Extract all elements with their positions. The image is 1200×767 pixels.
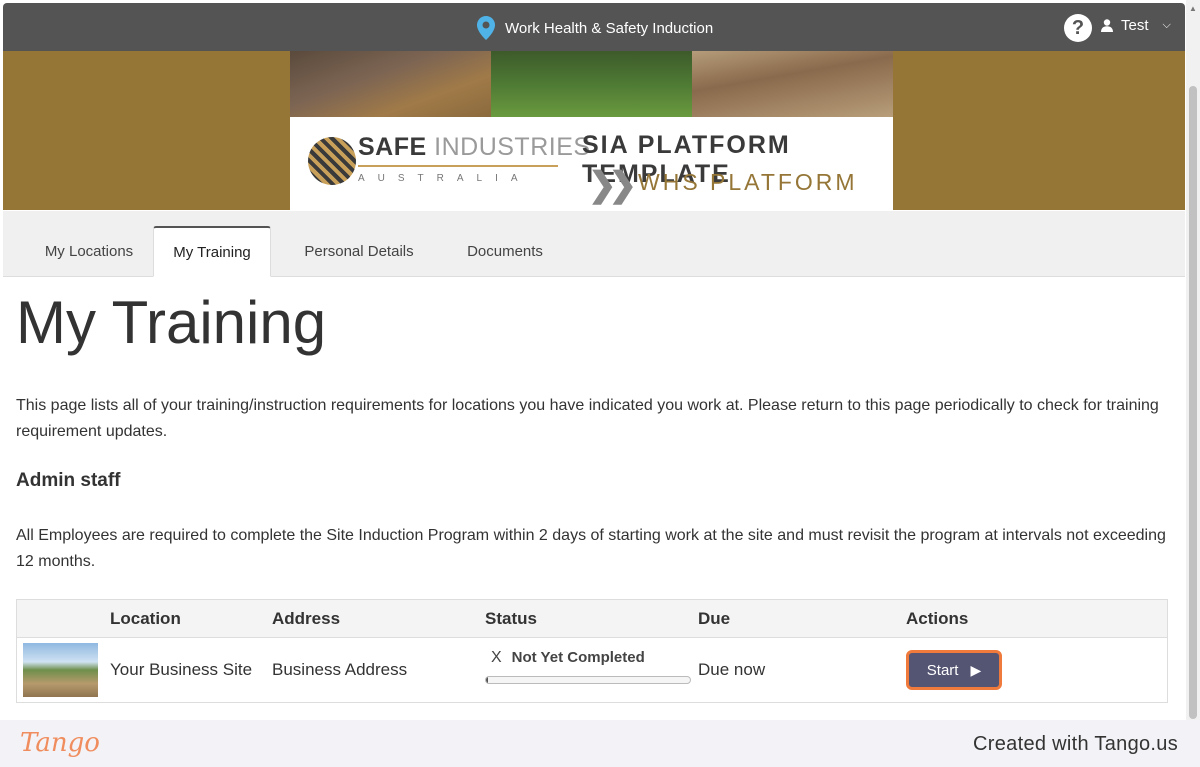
app-title: Work Health & Safety Induction [505,19,714,37]
location-thumbnail [23,643,98,697]
training-table: Location Address Status Due Actions Your… [16,599,1168,703]
status-cell: X Not Yet Completed [485,637,698,703]
double-chevron-icon: ❯❯ [588,166,637,204]
tab-documents[interactable]: Documents [449,226,561,276]
banner-photo-worker [290,51,491,117]
template-subtitle: WHS PLATFORM [638,169,858,195]
help-icon[interactable]: ? [1064,14,1092,42]
th-thumbnail [16,599,110,638]
location-pin-icon [477,16,495,40]
th-location: Location [110,599,272,638]
status-value: Not Yet Completed [511,649,645,666]
actions-cell: Start ▶ [906,637,1168,703]
play-icon: ▶ [970,661,982,678]
status-label: X Not Yet Completed [491,649,645,667]
progress-fill [486,677,489,683]
location-cell: Your Business Site [110,637,272,703]
tab-my-training[interactable]: My Training [153,226,271,277]
header-banner: SAFE INDUSTRIES AUSTRALIA SIA PLATFORM T… [3,51,1185,210]
scroll-up-arrow-icon[interactable]: ▲ [1189,4,1197,13]
brand-name: SAFE INDUSTRIES [358,133,591,161]
scrollbar[interactable]: ▲ [1186,0,1200,720]
top-bar: Work Health & Safety Induction ? Test ⌵ [3,3,1185,51]
brand-underline [358,165,558,167]
start-button-label: Start [926,661,959,679]
user-name: Test [1121,17,1149,34]
tab-my-locations[interactable]: My Locations [15,226,163,276]
th-due: Due [698,599,906,638]
banner-photo-horses-field [491,51,692,117]
th-actions: Actions [906,599,1168,638]
scrollbar-thumb[interactable] [1189,86,1197,719]
user-menu[interactable]: Test ⌵ [1101,17,1171,34]
tango-logo: Tango [20,728,100,758]
location-thumbnail-cell [16,637,110,703]
table-header-row: Location Address Status Due Actions [16,599,1168,638]
th-status: Status [485,599,698,638]
brand-subtitle: AUSTRALIA [358,173,531,184]
x-mark-icon: X [491,649,502,666]
banner-photo-horses-paddock [692,51,893,117]
logo-panel: SAFE INDUSTRIES AUSTRALIA SIA PLATFORM T… [290,117,893,210]
table-row: Your Business Site Business Address X Not… [16,637,1168,703]
chevron-down-icon: ⌵ [1162,19,1171,31]
address-cell: Business Address [272,637,485,703]
safe-industries-logo-icon [308,137,356,185]
intro-text: This page lists all of your training/ins… [16,397,1159,440]
due-cell: Due now [698,637,906,703]
header-title-group: Work Health & Safety Induction [477,16,713,40]
progress-bar [485,676,691,684]
banner-photos [290,51,893,117]
page-title: My Training [16,289,327,356]
user-icon [1101,19,1113,32]
tab-personal-details[interactable]: Personal Details [285,226,433,276]
tab-bar: My Locations My Training Personal Detail… [3,211,1185,277]
start-button[interactable]: Start ▶ [906,650,1002,690]
section-title: Admin staff [16,470,121,491]
created-with-text: Created with Tango.us [973,733,1178,755]
requirement-text: All Employees are required to complete t… [16,527,1166,570]
th-address: Address [272,599,485,638]
footer: Tango Created with Tango.us [0,720,1200,767]
